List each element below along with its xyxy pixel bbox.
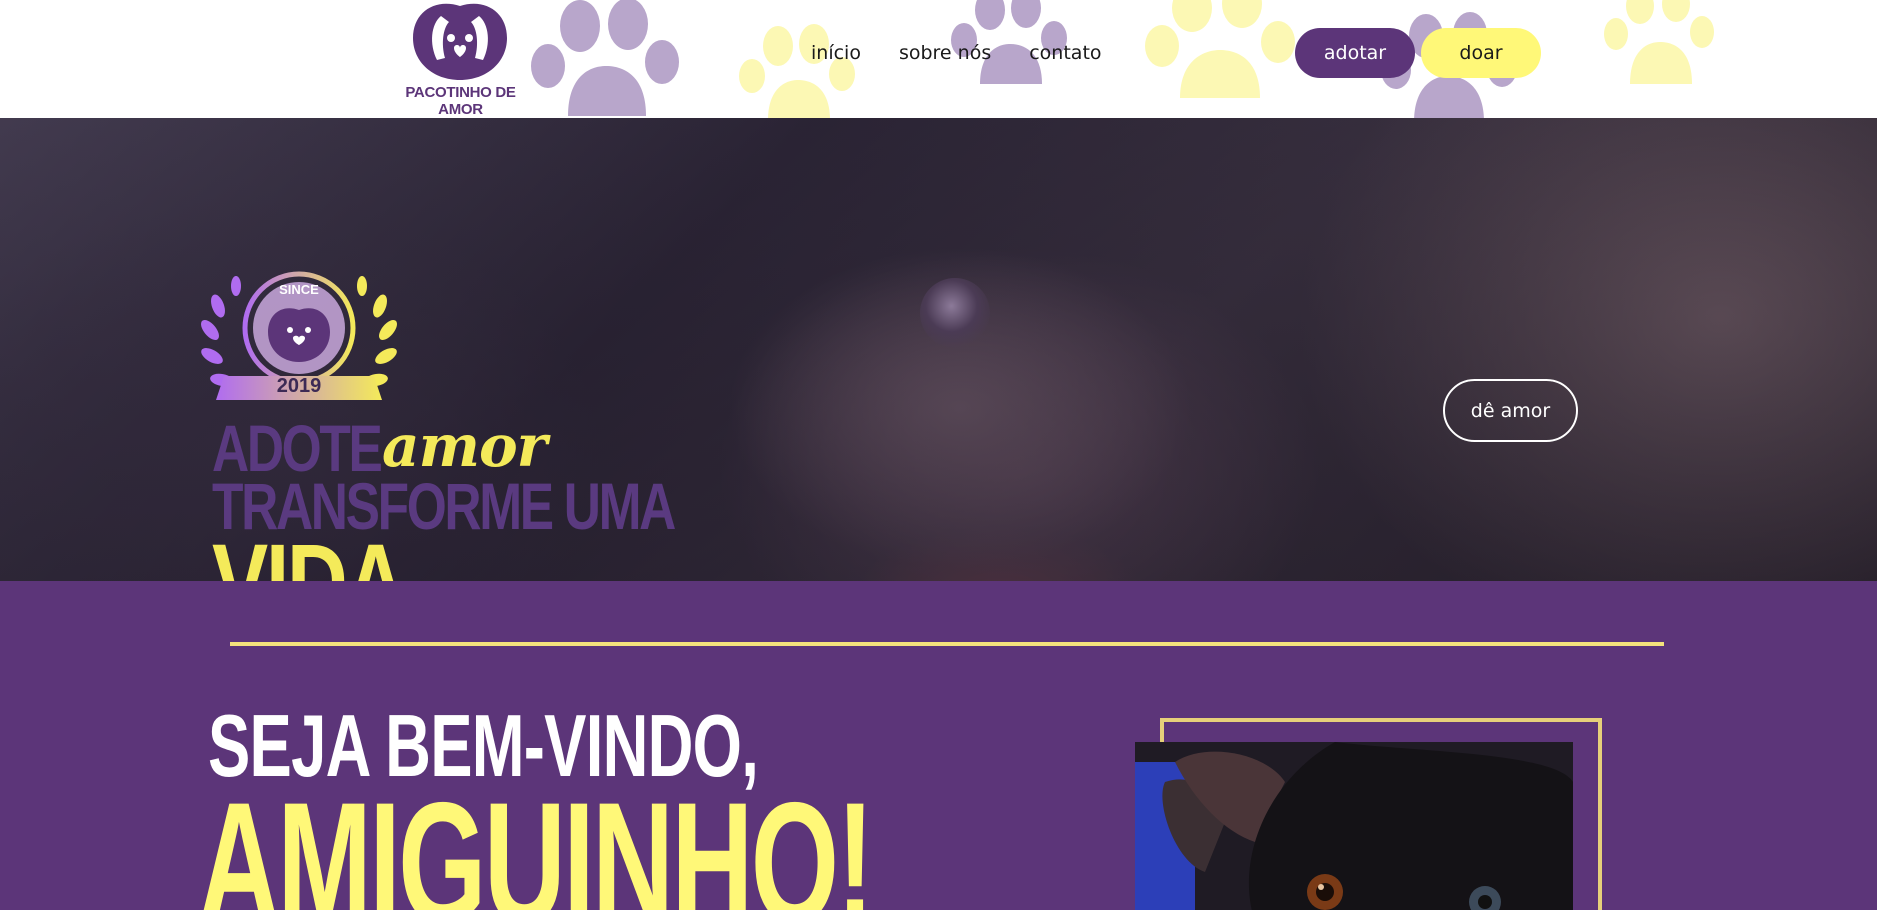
de-amor-button[interactable]: dê amor: [1443, 379, 1578, 442]
nav-item-contato[interactable]: contato: [1029, 42, 1101, 64]
hero-dog-eye: [920, 278, 990, 348]
nav-item-sobre-nos[interactable]: sobre nós: [899, 42, 991, 64]
dog-photo: [1135, 742, 1573, 910]
logo-wordmark: PACOTINHO DE AMOR: [405, 84, 516, 118]
slogan-vida: VIDA: [212, 528, 674, 582]
paw-print-decoration: [1142, 0, 1302, 100]
main-nav: início sobre nós contato: [811, 42, 1102, 64]
welcome-section: SEJA BEM-VINDO, AMIGUINHO!: [0, 581, 1877, 910]
paw-print-decoration: [1604, 0, 1716, 90]
since-badge: SINCE 2019: [196, 266, 402, 426]
paw-print-decoration: [738, 20, 858, 118]
site-header: PACOTINHO DE AMOR início sobre nós conta…: [0, 0, 1877, 118]
site-logo[interactable]: PACOTINHO DE AMOR: [388, 0, 533, 118]
badge-year-text: 2019: [277, 375, 322, 397]
paw-print-decoration: [528, 0, 688, 118]
section-divider: [230, 642, 1664, 646]
badge-since-text: SINCE: [279, 282, 319, 297]
dog-heart-logo-icon: [405, 0, 515, 86]
hero-slogan: ADOTE amor TRANSFORME UMA VIDA: [212, 412, 804, 582]
welcome-subtitle: AMIGUINHO!: [198, 767, 874, 910]
hero-banner: SINCE 2019 ADOTE amor TRANSFORME UMA VID…: [0, 118, 1877, 581]
adotar-button[interactable]: adotar: [1295, 28, 1415, 78]
doar-button[interactable]: doar: [1421, 28, 1541, 78]
nav-item-inicio[interactable]: início: [811, 42, 861, 64]
